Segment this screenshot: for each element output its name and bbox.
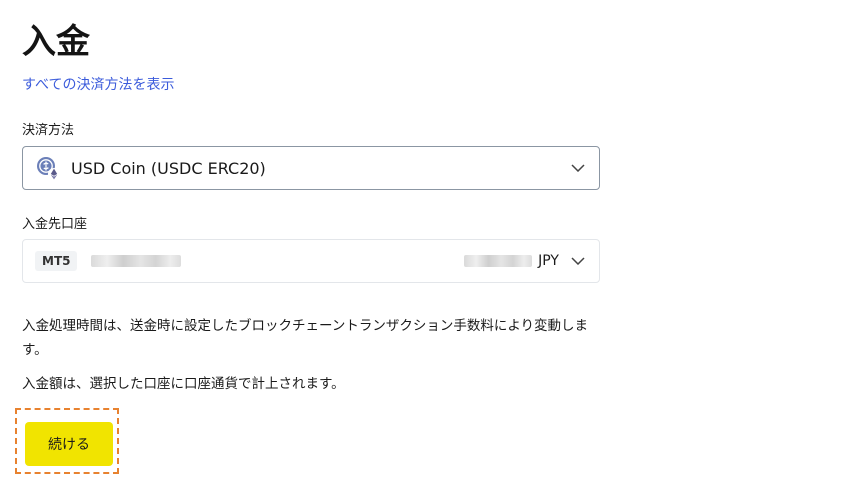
usdc-coin-icon: [35, 155, 61, 181]
deposit-account-label: 入金先口座: [22, 217, 88, 232]
payment-method-label: 決済方法: [22, 123, 75, 138]
balance-redacted: [464, 255, 533, 267]
payment-method-select[interactable]: USD Coin (USDC ERC20): [22, 146, 600, 190]
account-currency: JPY: [538, 253, 559, 269]
account-number-redacted: [91, 255, 182, 267]
continue-button[interactable]: 続ける: [25, 422, 113, 466]
processing-time-note: 入金処理時間は、送金時に設定したブロックチェーントランザクション手数料により変動…: [22, 318, 589, 358]
platform-tag: MT5: [35, 251, 78, 271]
deposit-account-select[interactable]: MT5 JPY: [22, 239, 600, 283]
chevron-down-icon: [571, 164, 585, 172]
account-balance: JPY: [464, 240, 559, 282]
deposit-page: 入金 すべての決済方法を表示 決済方法 USD Coin (USDC ERC20…: [0, 0, 844, 496]
credit-currency-note: 入金額は、選択した口座に口座通貨で計上されます。: [22, 376, 345, 392]
show-all-payment-methods-link[interactable]: すべての決済方法を表示: [22, 74, 174, 96]
page-title: 入金: [22, 22, 90, 62]
continue-button-highlight: 続ける: [15, 408, 119, 474]
selected-payment-method: USD Coin (USDC ERC20): [71, 158, 266, 178]
chevron-down-icon: [571, 257, 585, 265]
